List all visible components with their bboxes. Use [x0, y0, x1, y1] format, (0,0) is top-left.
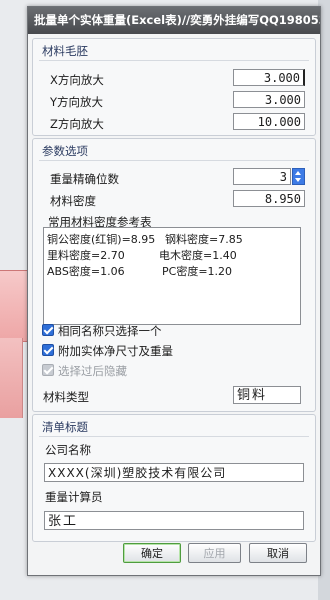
- checkbox-label-hide-after-select: 选择过后隐藏: [58, 364, 127, 378]
- material-type-input[interactable]: 铜料: [233, 386, 301, 404]
- z-scale-input[interactable]: 10.000: [233, 113, 305, 130]
- label-density: 材料密度: [50, 194, 96, 208]
- reference-cell: PC密度=1.20: [162, 265, 233, 278]
- group-title-params: 参数选项: [42, 144, 88, 158]
- company-name-input[interactable]: XXXX(深圳)塑胶技术有限公司: [44, 463, 304, 482]
- reference-cell: 里料密度=2.70: [47, 249, 125, 262]
- spin-down-icon[interactable]: [295, 178, 301, 182]
- checkbox-label-same-name-once[interactable]: 相同名称只选择一个: [58, 323, 162, 339]
- reference-cell: ABS密度=1.06: [47, 265, 125, 278]
- x-scale-input[interactable]: 3.000: [233, 69, 305, 86]
- checkbox-label-attach-net-size-weight[interactable]: 附加实体净尺寸及重量: [58, 343, 173, 359]
- background-3d-model: [0, 270, 29, 342]
- apply-button: 应用: [188, 543, 241, 563]
- label-company: 公司名称: [45, 443, 91, 457]
- group-title-list: 清单标题: [42, 420, 88, 434]
- y-scale-input[interactable]: 3.000: [233, 91, 305, 108]
- reference-cell: 铜公密度(红铜)=8.95: [47, 233, 156, 246]
- dialog-title[interactable]: 批量单个实体重量(Excel表)//奕勇外挂编写QQ1980537: [28, 7, 320, 34]
- density-input[interactable]: 8.950: [233, 190, 305, 207]
- checkbox-attach-net-size-weight[interactable]: [42, 344, 54, 356]
- group-divider: [39, 60, 309, 61]
- group-list-title: 清单标题 公司名称 XXXX(深圳)塑胶技术有限公司 重量计算员 张工: [32, 414, 316, 542]
- group-material-blank: 材料毛胚 X方向放大 3.000 Y方向放大 3.000 Z方向放大 10.00…: [32, 38, 316, 136]
- label-calculator: 重量计算员: [45, 490, 103, 504]
- label-precision: 重量精确位数: [50, 172, 119, 186]
- calculator-name-input[interactable]: 张工: [44, 511, 304, 530]
- precision-spinner-arrows[interactable]: [292, 168, 305, 185]
- checkbox-same-name-once[interactable]: [42, 324, 54, 336]
- group-title-material-blank: 材料毛胚: [42, 44, 88, 58]
- label-material-type: 材料类型: [43, 390, 89, 404]
- label-x-scale: X方向放大: [50, 73, 104, 87]
- checkbox-hide-after-select: [42, 364, 54, 376]
- precision-spinner-input[interactable]: 3: [233, 168, 291, 185]
- group-divider: [39, 160, 309, 161]
- reference-cell: 电木密度=1.40: [159, 249, 237, 262]
- dialog-window: 批量单个实体重量(Excel表)//奕勇外挂编写QQ1980537 材料毛胚 X…: [27, 6, 321, 576]
- cancel-button[interactable]: 取消: [249, 543, 307, 563]
- reference-cell: 钢料密度=7.85: [165, 233, 243, 246]
- label-z-scale: Z方向放大: [50, 117, 104, 131]
- background-3d-model-side: [0, 338, 23, 418]
- ok-button[interactable]: 确定: [123, 543, 181, 563]
- label-y-scale: Y方向放大: [50, 95, 104, 109]
- dialog-body: 材料毛胚 X方向放大 3.000 Y方向放大 3.000 Z方向放大 10.00…: [28, 34, 320, 575]
- group-divider: [39, 436, 309, 437]
- density-reference-box: 铜公密度(红铜)=8.95 钢料密度=7.85 里料密度=2.70 电木密度=1…: [43, 227, 301, 325]
- spin-up-icon[interactable]: [295, 171, 301, 175]
